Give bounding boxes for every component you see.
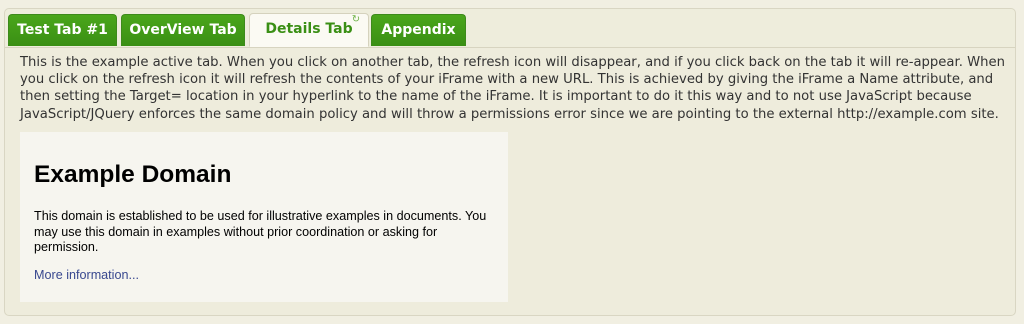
tab-label: OverView Tab [129, 22, 237, 38]
tab-details[interactable]: Details Tab ↻ [249, 13, 369, 47]
tab-appendix[interactable]: Appendix [371, 14, 466, 46]
iframe-page-body: This domain is established to be used fo… [34, 209, 487, 254]
tab-panel-description: This is the example active tab. When you… [20, 55, 1005, 122]
tab-label: Appendix [381, 22, 456, 38]
tab-bar: Test Tab #1 OverView Tab Details Tab ↻ A… [5, 9, 1015, 48]
more-information-link[interactable]: More information... [34, 268, 139, 283]
iframe-content[interactable]: Example Domain This domain is establishe… [20, 132, 508, 302]
iframe-page-title: Example Domain [34, 161, 232, 188]
tab-test-tab-1[interactable]: Test Tab #1 [8, 14, 117, 46]
tab-label: Test Tab #1 [17, 22, 108, 38]
tab-label: Details Tab [265, 21, 353, 37]
refresh-icon[interactable]: ↻ [351, 15, 361, 25]
tab-overview[interactable]: OverView Tab [121, 14, 245, 46]
